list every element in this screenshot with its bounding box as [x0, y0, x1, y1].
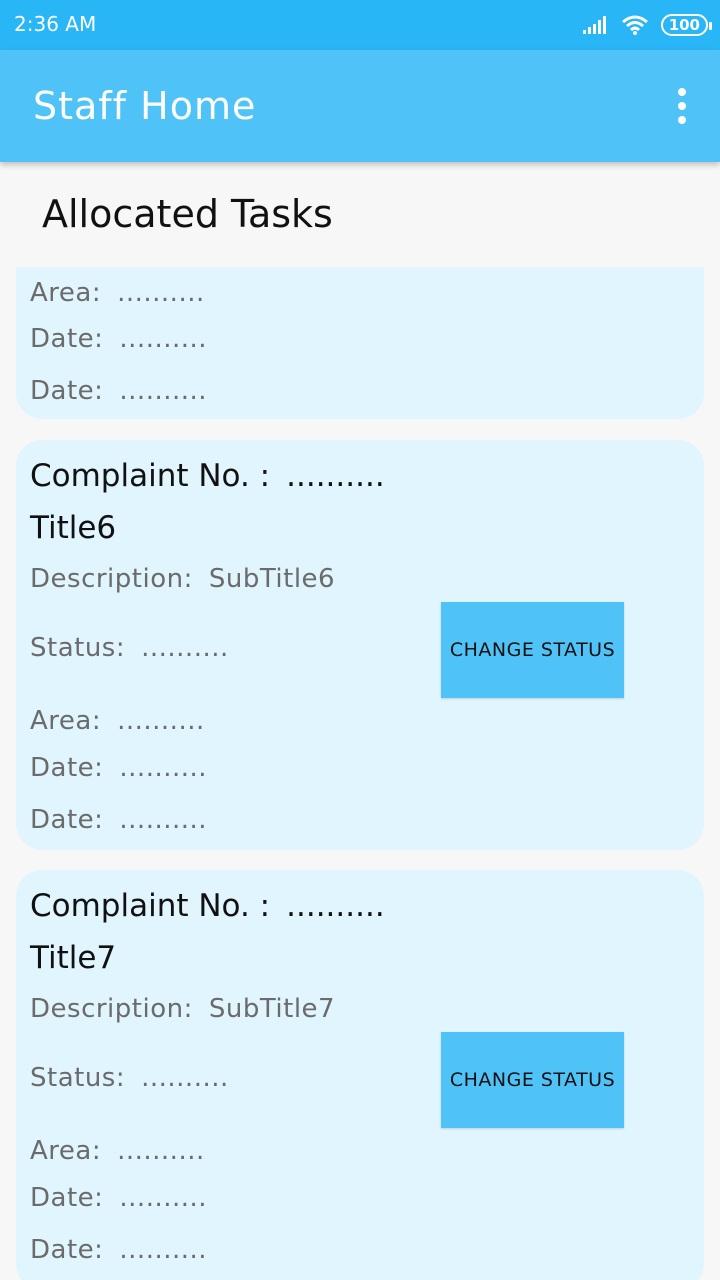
wifi-icon [621, 15, 648, 35]
area-label: Area: [30, 1136, 102, 1166]
change-status-button[interactable]: CHANGE STATUS [441, 1032, 624, 1128]
complaint-no-label: Complaint No. : [30, 888, 271, 924]
change-status-button[interactable]: CHANGE STATUS [441, 602, 624, 698]
date-row: Date:.......... [30, 1183, 207, 1213]
date-row: Date:.......... [30, 805, 207, 835]
description-value: SubTitle7 [208, 994, 336, 1024]
area-label: Area: [30, 278, 102, 308]
menu-dot [678, 88, 686, 96]
area-value: .......... [117, 278, 205, 308]
date-value: .......... [119, 805, 208, 835]
area-value: .......... [117, 1136, 205, 1166]
date-row: Date:.......... [30, 376, 207, 406]
date-row: Date:.......... [30, 753, 207, 783]
area-row: Area:.......... [30, 278, 205, 308]
task-card: Complaint No. :.......... Title6 Descrip… [16, 440, 704, 850]
date-value: .......... [119, 376, 208, 406]
task-list[interactable]: Area:.......... Date:.......... Date:...… [0, 267, 720, 1280]
task-card: Complaint No. :.......... Title7 Descrip… [16, 870, 704, 1280]
description-row: Description: SubTitle6 [30, 564, 335, 594]
status-value: .......... [141, 633, 229, 663]
date-value: .......... [119, 1183, 208, 1213]
battery-icon: 100 [660, 14, 713, 36]
task-title: Title6 [30, 510, 117, 546]
signal-icon [582, 16, 606, 34]
complaint-no-value: .......... [286, 888, 385, 924]
complaint-no-label: Complaint No. : [30, 458, 271, 494]
complaint-no-row: Complaint No. :.......... [30, 458, 385, 494]
menu-dot [678, 102, 686, 110]
description-value: SubTitle6 [208, 564, 336, 594]
date-label: Date: [30, 805, 104, 835]
section-title: Allocated Tasks [42, 192, 333, 236]
date-row: Date:.......... [30, 1235, 207, 1265]
area-value: .......... [117, 706, 205, 736]
status-bar: 2:36 AM 100 [0, 0, 720, 50]
status-label: Status: [30, 1063, 126, 1093]
date-value: .......... [119, 324, 208, 354]
status-value: .......... [141, 1063, 229, 1093]
menu-dot [678, 116, 686, 124]
overflow-menu-icon[interactable] [676, 88, 688, 124]
complaint-no-value: .......... [286, 458, 385, 494]
date-value: .......... [119, 1235, 208, 1265]
task-card: Area:.......... Date:.......... Date:...… [16, 267, 704, 419]
complaint-no-row: Complaint No. :.......... [30, 888, 385, 924]
status-row: Status:.......... [30, 1063, 229, 1093]
description-row: Description: SubTitle7 [30, 994, 335, 1024]
description-label: Description: [30, 994, 193, 1024]
date-label: Date: [30, 1183, 104, 1213]
status-time: 2:36 AM [14, 12, 97, 36]
date-label: Date: [30, 376, 104, 406]
status-label: Status: [30, 633, 126, 663]
area-label: Area: [30, 706, 102, 736]
date-label: Date: [30, 324, 104, 354]
app-bar: Staff Home [0, 50, 720, 162]
task-title: Title7 [30, 940, 117, 976]
date-label: Date: [30, 1235, 104, 1265]
app-title: Staff Home [33, 84, 257, 128]
date-value: .......... [119, 753, 208, 783]
date-label: Date: [30, 753, 104, 783]
area-row: Area:.......... [30, 706, 205, 736]
area-row: Area:.......... [30, 1136, 205, 1166]
date-row: Date:.......... [30, 324, 207, 354]
description-label: Description: [30, 564, 193, 594]
status-icons: 100 [582, 11, 713, 39]
status-row: Status:.......... [30, 633, 229, 663]
